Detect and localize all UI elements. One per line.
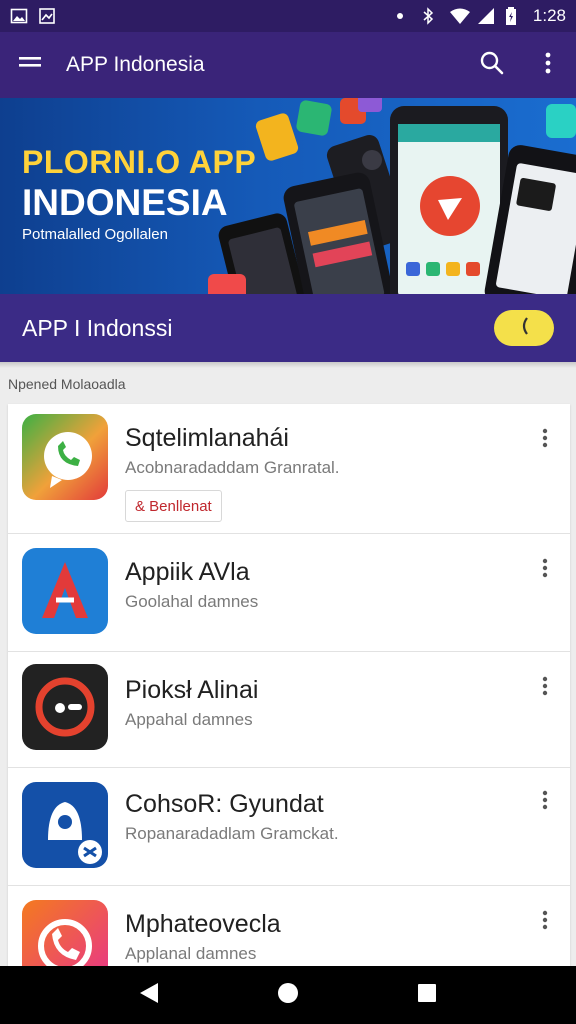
wifi-icon (449, 7, 470, 25)
item-more-button[interactable] (530, 552, 560, 588)
app-name: Sqtelimlanahái (125, 424, 289, 452)
letter-a-icon (22, 548, 108, 634)
banner-title-2: INDONESIA (22, 182, 228, 223)
phone-icon (22, 900, 108, 966)
menu-icon (18, 54, 42, 77)
record-icon (22, 664, 108, 750)
list-item[interactable]: Appiik AVla Goolahal damnes (8, 534, 570, 652)
overflow-menu-button[interactable] (520, 32, 576, 98)
status-time: 1:28 (532, 6, 566, 25)
menu-button[interactable] (0, 32, 60, 98)
list-item[interactable]: Mphateovecla Applanal damnes (8, 886, 570, 966)
app-name: Appiik AVla (125, 558, 250, 586)
bell-icon (22, 782, 108, 868)
chat-phone-icon (22, 414, 108, 500)
app-name: CohsoR: Gyundat (125, 790, 324, 818)
more-vert-icon (542, 790, 548, 815)
toggle-button[interactable] (494, 310, 554, 346)
list-item[interactable]: Sqtelimlanahái Acobnaradaddam Granratal.… (8, 404, 570, 534)
banner-title: PLORNI.O APP (22, 144, 257, 180)
home-icon (276, 981, 300, 1010)
status-bar: 1:28 (0, 0, 576, 32)
list-item[interactable]: CohsoR: Gyundat Ropanaradadlam Gramckat. (8, 768, 570, 886)
battery-icon (505, 7, 523, 25)
app-description: Goolahal damnes (125, 592, 259, 611)
section-title: APP I Indonssi (22, 314, 173, 341)
search-icon (479, 50, 505, 81)
bluetooth-icon (421, 7, 439, 25)
recents-button[interactable] (399, 966, 455, 1024)
list-item[interactable]: Pioksł Alinai Appahal damnes (8, 652, 570, 768)
image-icon (10, 7, 28, 25)
item-more-button[interactable] (530, 422, 560, 458)
toggle-icon (517, 315, 531, 342)
recents-icon (417, 983, 437, 1008)
more-vert-icon (544, 52, 552, 79)
more-vert-icon (542, 558, 548, 583)
phones-illustration (208, 98, 576, 294)
item-more-button[interactable] (530, 784, 560, 820)
app-name: Pioksł Alinai (125, 676, 259, 704)
app-title: APP Indonesia (66, 53, 205, 76)
item-more-button[interactable] (530, 904, 560, 940)
navigation-bar (0, 966, 576, 1024)
app-tag-button[interactable]: & Benllenat (125, 490, 222, 522)
divider (0, 362, 576, 368)
location-icon (393, 7, 411, 25)
app-description: Ropanaradadlam Gramckat. (125, 824, 339, 843)
more-vert-icon (542, 910, 548, 935)
section-header: APP I Indonssi (0, 294, 576, 362)
item-more-button[interactable] (530, 670, 560, 706)
gallery-icon (38, 7, 56, 25)
promo-banner[interactable]: PLORNI.O APP INDONESIA Potmalalled Ogoll… (0, 98, 576, 294)
app-description: Appahal damnes (125, 710, 253, 729)
more-vert-icon (542, 676, 548, 701)
home-button[interactable] (260, 966, 316, 1024)
banner-subtitle: Potmalalled Ogollalen (22, 226, 168, 243)
list-caption: Npened Molaoadla (8, 376, 126, 392)
app-description: Acobnaradaddam Granratal. (125, 458, 340, 477)
more-vert-icon (542, 428, 548, 453)
back-icon (138, 981, 160, 1010)
app-name: Mphateovecla (125, 910, 281, 938)
signal-icon (477, 7, 495, 25)
app-list: Sqtelimlanahái Acobnaradaddam Granratal.… (8, 404, 570, 966)
app-bar: APP Indonesia (0, 32, 576, 98)
app-description: Applanal damnes (125, 944, 257, 963)
back-button[interactable] (121, 966, 177, 1024)
search-button[interactable] (464, 32, 520, 98)
